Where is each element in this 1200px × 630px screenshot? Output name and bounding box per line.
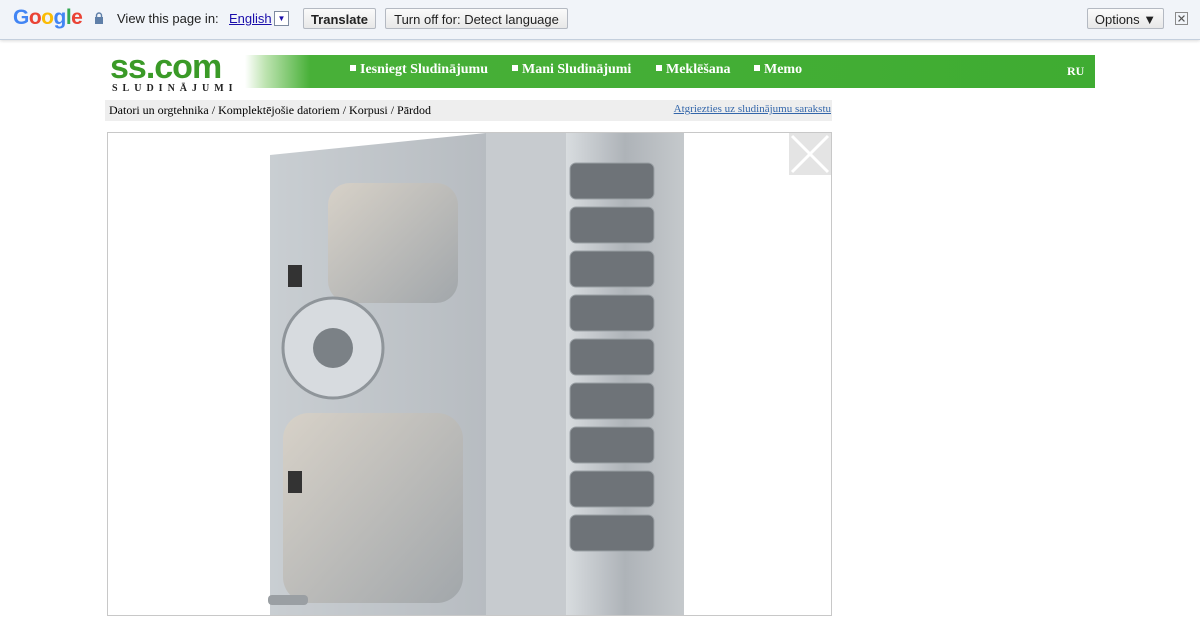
computer-case-photo: [268, 133, 684, 615]
turn-off-button[interactable]: Turn off for: Detect language: [385, 8, 568, 29]
bullet-icon: [754, 65, 760, 71]
bullet-icon: [512, 65, 518, 71]
translate-bar: Google View this page in: English ▼ Tran…: [0, 0, 1200, 40]
breadcrumb-bar: Datori un orgtehnika / Komplektējošie da…: [105, 100, 832, 121]
breadcrumb[interactable]: Datori un orgtehnika / Komplektējošie da…: [109, 103, 431, 118]
translate-prompt: View this page in:: [117, 11, 219, 26]
close-x-icon: [790, 134, 830, 174]
bullet-icon: [656, 65, 662, 71]
close-icon[interactable]: [1175, 12, 1188, 25]
language-switch-ru[interactable]: RU: [1067, 64, 1084, 79]
options-button[interactable]: Options ▼: [1087, 8, 1164, 29]
dropdown-arrow-icon[interactable]: ▼: [274, 11, 289, 26]
translate-button[interactable]: Translate: [303, 8, 376, 29]
image-viewer[interactable]: [107, 132, 832, 616]
logo-main-text: ss.com: [110, 48, 222, 86]
viewer-close-button[interactable]: [789, 133, 831, 175]
menu-item-my-ads[interactable]: Mani Sludinājumi: [512, 62, 631, 78]
menu-item-search[interactable]: Meklēšana: [656, 62, 731, 78]
site-logo[interactable]: ss.com SLUDINĀJUMI: [110, 50, 238, 94]
back-to-list-link[interactable]: Atgriezties uz sludinājumu sarakstu: [674, 103, 831, 115]
bullet-icon: [350, 65, 356, 71]
main-menu: Iesniegt Sludinājumu Mani Sludinājumi Me…: [245, 55, 1095, 88]
language-selector[interactable]: English: [229, 11, 272, 26]
menu-item-submit[interactable]: Iesniegt Sludinājumu: [350, 62, 488, 78]
lock-icon: [95, 12, 103, 24]
logo-sub-text: SLUDINĀJUMI: [112, 83, 238, 94]
menu-item-memo[interactable]: Memo: [754, 62, 802, 78]
google-logo: Google: [13, 6, 83, 29]
